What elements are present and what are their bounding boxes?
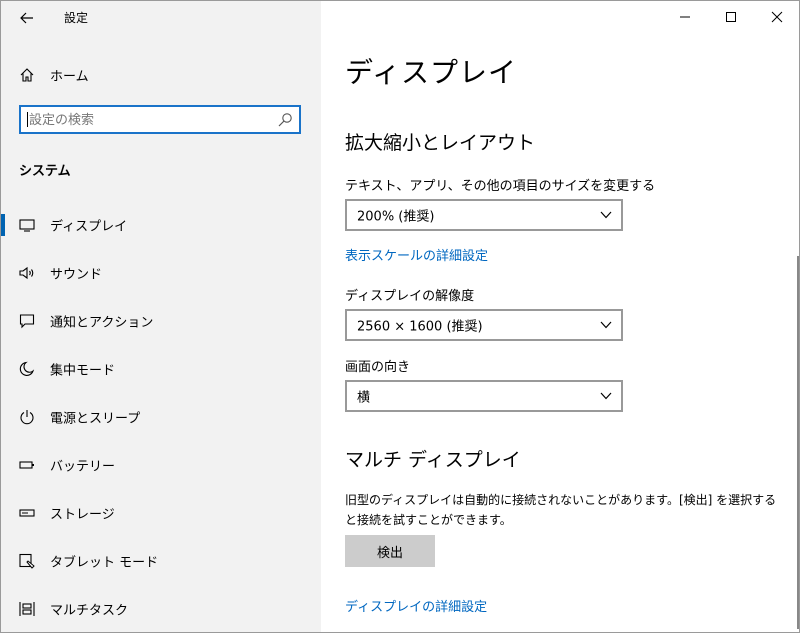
tablet-icon — [19, 553, 35, 569]
dropdown-value: 200% (推奨) — [357, 209, 435, 225]
section-title: システム — [19, 164, 71, 179]
search-icon[interactable] — [277, 112, 293, 128]
scrollbar[interactable] — [797, 256, 799, 629]
text-size-dropdown[interactable]: 200% (推奨) — [345, 199, 623, 231]
window-title: 設定 — [64, 11, 89, 25]
monitor-icon — [19, 217, 35, 233]
sidebar-item-label: 通知とアクション — [50, 315, 154, 331]
sidebar-item-label: ホーム — [50, 69, 89, 85]
chevron-down-icon — [600, 321, 612, 329]
multitask-icon — [19, 601, 35, 617]
back-button[interactable] — [11, 5, 43, 31]
text-size-label: テキスト、アプリ、その他の項目のサイズを変更する — [345, 179, 656, 194]
resolution-dropdown[interactable]: 2560 × 1600 (推奨) — [345, 309, 623, 341]
chevron-down-icon — [600, 211, 612, 219]
home-icon — [19, 67, 35, 83]
page-title: ディスプレイ — [345, 56, 518, 89]
orientation-label: 画面の向き — [345, 360, 411, 375]
detect-button[interactable]: 検出 — [345, 535, 435, 567]
sidebar-item-label: タブレット モード — [50, 555, 159, 571]
scale-layout-heading: 拡大縮小とレイアウト — [345, 132, 536, 154]
settings-window: 設定 ホーム システム — [0, 0, 800, 633]
sidebar-item-focus[interactable]: 集中モード — [1, 349, 321, 389]
sidebar-item-label: サウンド — [50, 267, 103, 283]
search-box — [19, 105, 301, 134]
orientation-dropdown[interactable]: 横 — [345, 380, 623, 412]
sidebar-item-multitask[interactable]: マルチタスク — [1, 589, 321, 629]
sidebar-item-storage[interactable]: ストレージ — [1, 493, 321, 533]
sidebar-item-notifications[interactable]: 通知とアクション — [1, 301, 321, 341]
multi-display-heading: マルチ ディスプレイ — [345, 449, 521, 471]
message-icon — [19, 313, 35, 329]
sidebar-item-label: マルチタスク — [50, 603, 129, 619]
moon-icon — [19, 361, 35, 377]
sidebar-item-label: 集中モード — [50, 363, 116, 379]
sidebar-item-sound[interactable]: サウンド — [1, 253, 321, 293]
sidebar-item-label: ストレージ — [50, 507, 115, 523]
battery-icon — [19, 457, 35, 473]
sidebar: 設定 ホーム システム — [1, 1, 321, 632]
sidebar-item-power[interactable]: 電源とスリープ — [1, 397, 321, 437]
text-caret — [27, 112, 28, 127]
sidebar-item-label: 電源とスリープ — [50, 411, 141, 427]
resolution-label: ディスプレイの解像度 — [345, 289, 475, 304]
sidebar-item-home[interactable]: ホーム — [1, 55, 321, 95]
dropdown-value: 横 — [357, 390, 371, 406]
power-icon — [19, 409, 35, 425]
back-arrow-icon — [20, 12, 33, 24]
sidebar-item-label: バッテリー — [50, 459, 116, 475]
multi-display-description-line2: と接続を試すことができます。 — [345, 513, 512, 527]
search-input[interactable] — [27, 107, 275, 134]
advanced-scale-link[interactable]: 表示スケールの詳細設定 — [345, 245, 488, 264]
chevron-down-icon — [600, 392, 612, 400]
multi-display-description-line1: 旧型のディスプレイは自動的に接続されないことがあります。[検出] を選択する — [345, 493, 777, 507]
speaker-icon — [19, 265, 35, 281]
sidebar-item-tablet[interactable]: タブレット モード — [1, 541, 321, 581]
sidebar-item-label: ディスプレイ — [50, 219, 128, 235]
main-pane: ディスプレイ 拡大縮小とレイアウト テキスト、アプリ、その他の項目のサイズを変更… — [321, 1, 799, 632]
advanced-display-link[interactable]: ディスプレイの詳細設定 — [345, 596, 487, 615]
storage-icon — [19, 505, 35, 521]
sidebar-item-display[interactable]: ディスプレイ — [1, 205, 321, 245]
dropdown-value: 2560 × 1600 (推奨) — [357, 319, 483, 335]
sidebar-item-battery[interactable]: バッテリー — [1, 445, 321, 485]
